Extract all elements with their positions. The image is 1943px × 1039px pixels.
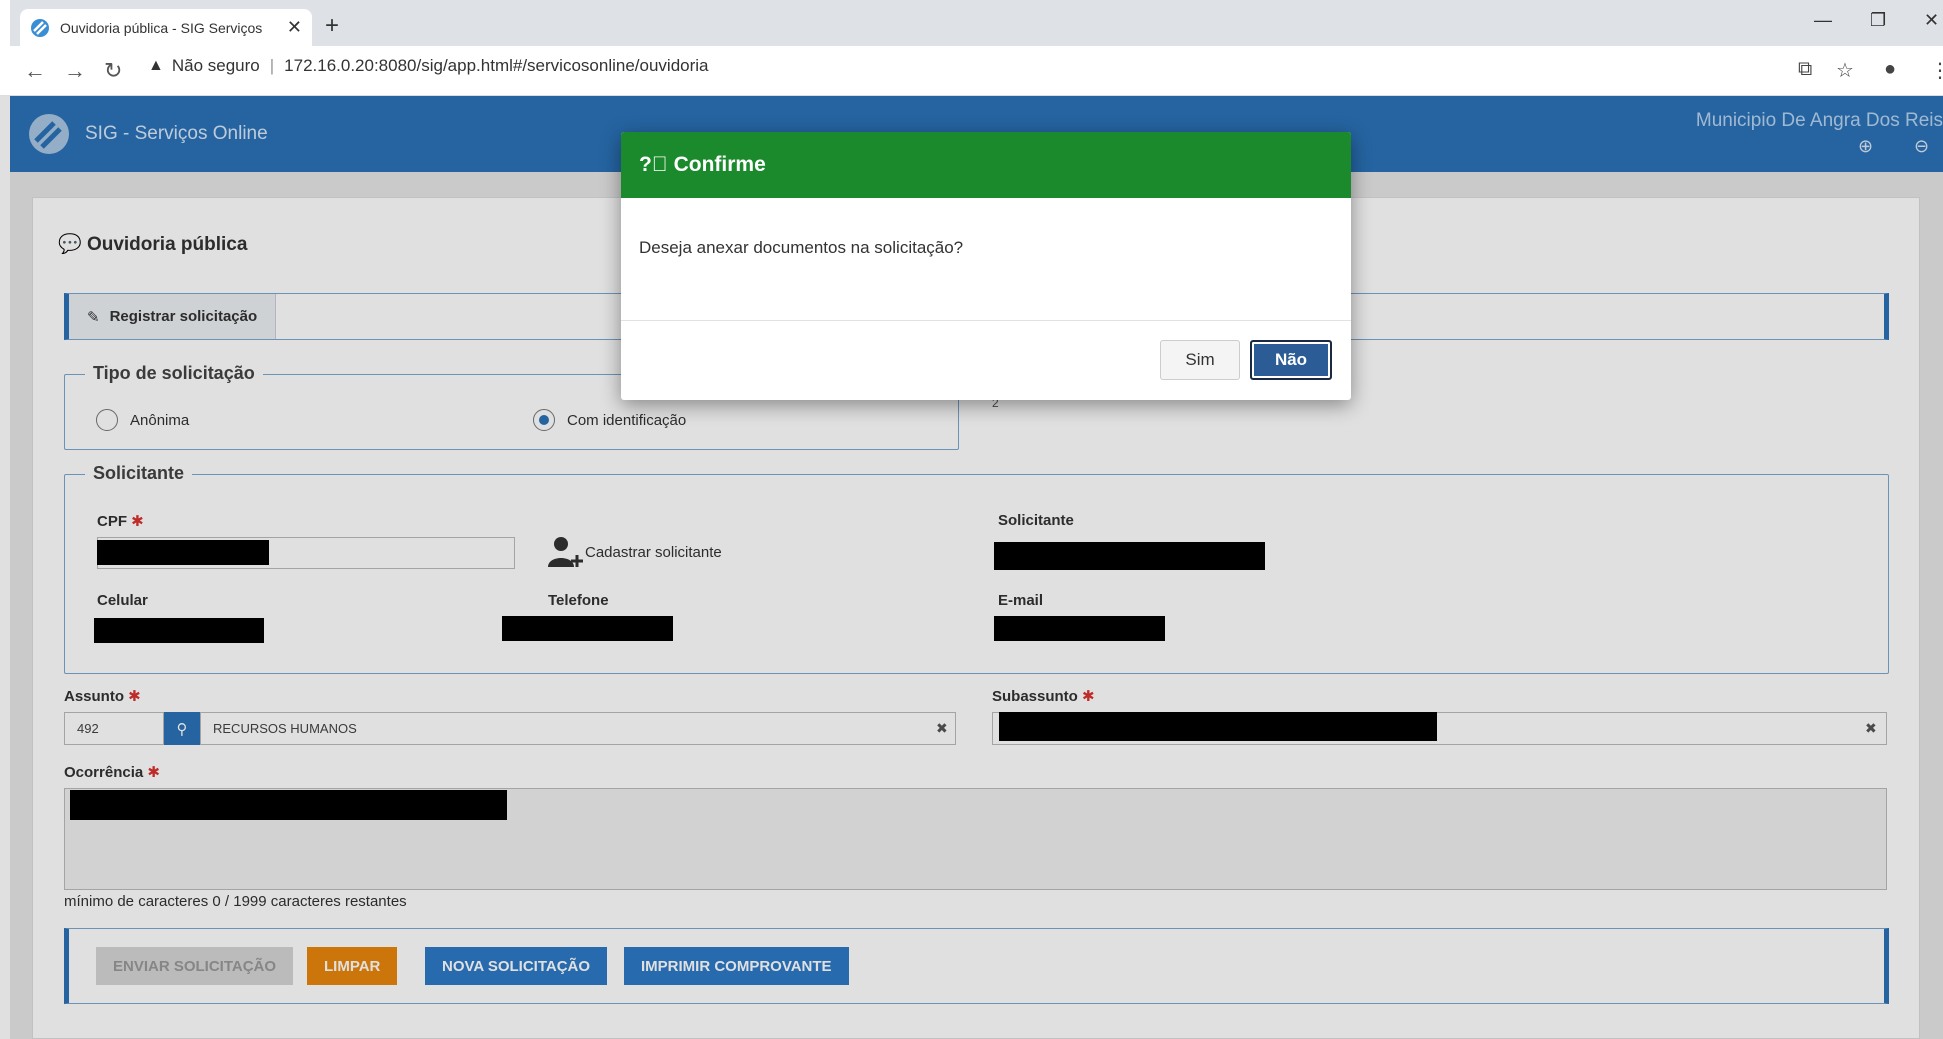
security-label: Não seguro bbox=[171, 56, 260, 75]
minimize-icon[interactable]: — bbox=[1814, 10, 1832, 31]
menu-dots-icon[interactable]: ⋮ bbox=[1930, 58, 1943, 83]
back-icon[interactable]: ← bbox=[24, 58, 46, 84]
address-bar: ← → ↻ ▲ Não seguro | 172.16.0.20:8080/si… bbox=[0, 46, 1943, 96]
warning-icon: ▲ bbox=[148, 57, 164, 74]
dialog-title: Confirme bbox=[673, 153, 766, 176]
url-field[interactable]: ▲ Não seguro | 172.16.0.20:8080/sig/app.… bbox=[148, 56, 709, 76]
share-icon[interactable]: ⧉ bbox=[1798, 58, 1812, 81]
window-close-icon[interactable]: ✕ bbox=[1924, 10, 1939, 31]
dialog-header: ?⃝ Confirme bbox=[621, 132, 1351, 198]
bookmark-star-icon[interactable]: ☆ bbox=[1836, 58, 1854, 83]
dialog-message: Deseja anexar documentos na solicitação? bbox=[639, 238, 964, 257]
new-tab-icon[interactable]: + bbox=[325, 12, 339, 40]
sig-favicon-icon bbox=[31, 18, 49, 37]
dialog-separator bbox=[621, 320, 1351, 321]
confirm-dialog: ?⃝ Confirme Deseja anexar documentos na … bbox=[621, 132, 1351, 400]
forward-icon[interactable]: → bbox=[64, 58, 86, 84]
tabbar-edge bbox=[0, 0, 10, 46]
close-tab-icon[interactable]: ✕ bbox=[287, 17, 302, 38]
help-circle-icon: ?⃝ bbox=[639, 153, 668, 176]
profile-icon[interactable]: ● bbox=[1884, 58, 1896, 81]
restore-icon[interactable]: ❐ bbox=[1870, 10, 1886, 31]
browser-tab[interactable]: Ouvidoria pública - SIG Serviços ✕ bbox=[20, 9, 312, 46]
url-separator: | bbox=[269, 56, 275, 75]
nao-button[interactable]: Não bbox=[1250, 340, 1332, 380]
tab-title: Ouvidoria pública - SIG Serviços bbox=[60, 19, 263, 36]
url-text: 172.16.0.20:8080/sig/app.html#/servicoso… bbox=[284, 56, 709, 75]
sim-button[interactable]: Sim bbox=[1160, 340, 1240, 380]
reload-icon[interactable]: ↻ bbox=[104, 58, 122, 84]
browser-tabbar: Ouvidoria pública - SIG Serviços ✕ + — ❐… bbox=[0, 0, 1943, 46]
